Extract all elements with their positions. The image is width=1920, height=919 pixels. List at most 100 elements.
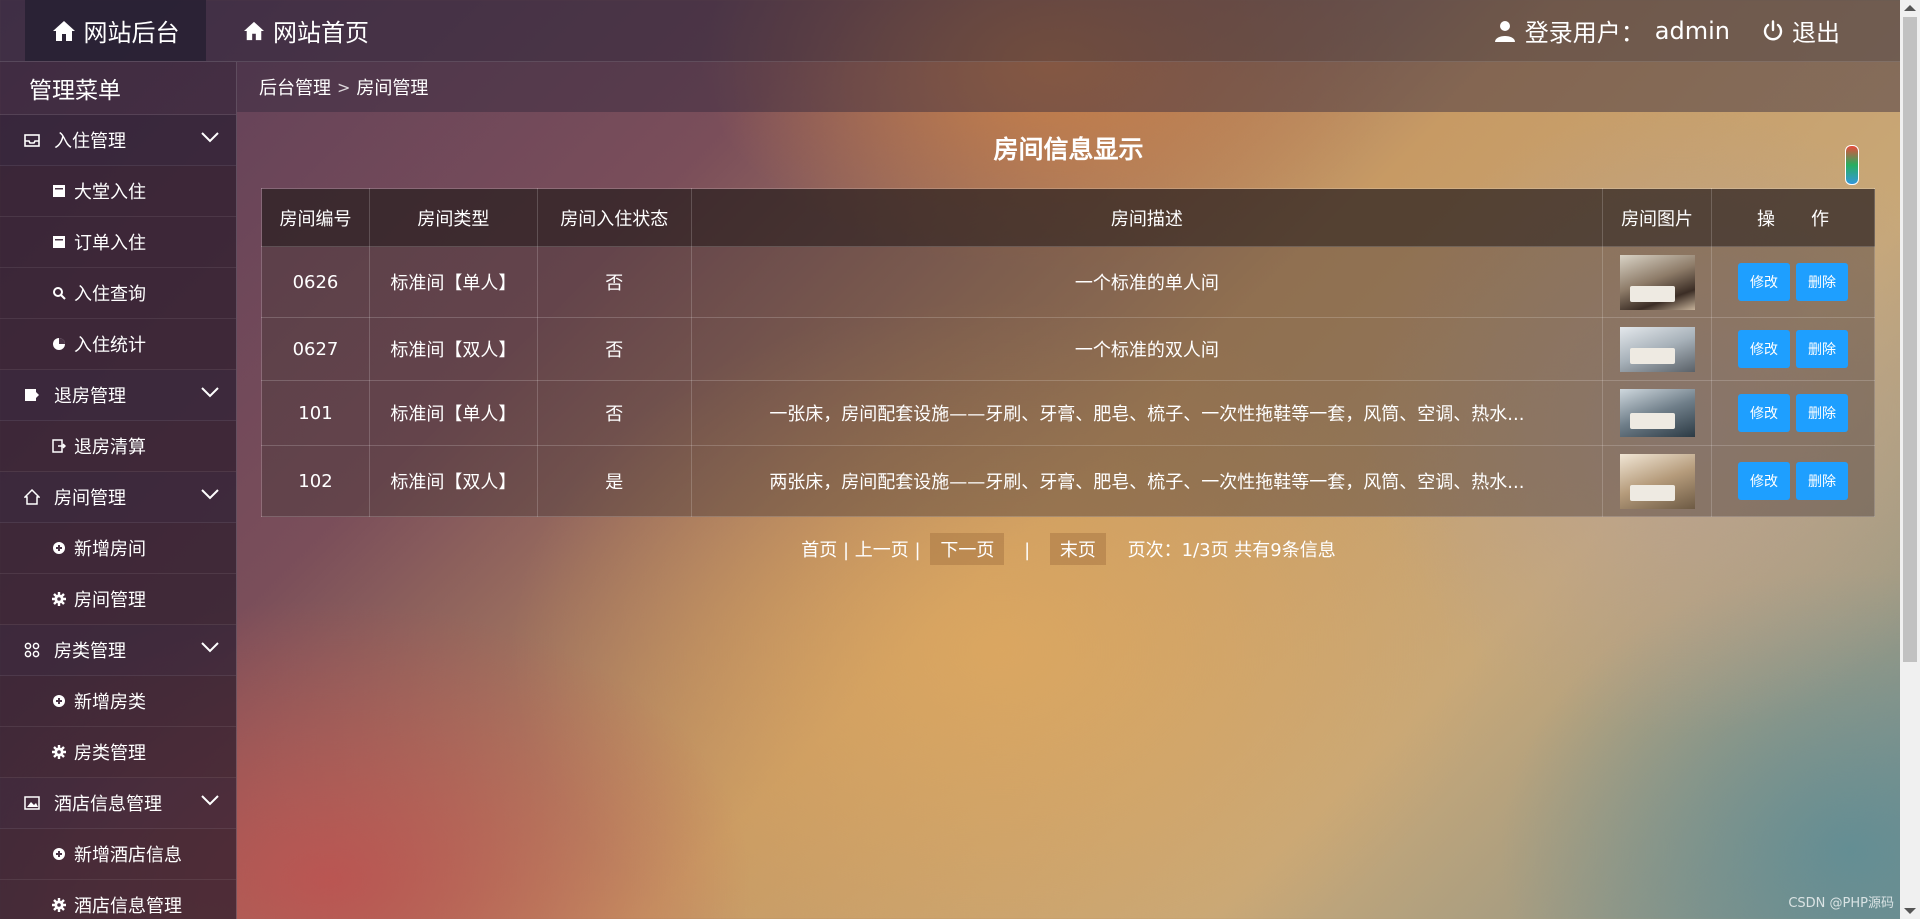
delete-button[interactable]: 删除: [1796, 394, 1849, 432]
sidebar-item-room-manage[interactable]: 房间管理: [0, 574, 236, 625]
plus-circle-icon: [52, 541, 68, 555]
edit-button[interactable]: 修改: [1738, 263, 1791, 301]
room-type: 标准间【单人】: [368, 246, 538, 318]
power-icon: [1763, 19, 1783, 40]
sidebar-group-checkout[interactable]: 退房管理: [0, 370, 236, 421]
vertical-scrollbar[interactable]: [1900, 0, 1920, 919]
column-header: 房间编号: [261, 188, 370, 247]
watermark: CSDN @PHP源码: [1788, 896, 1894, 911]
sidebar-item-label: 入住统计: [74, 335, 146, 356]
room-description: 一个标准的单人间: [690, 246, 1604, 318]
breadcrumb-separator: >: [337, 77, 351, 97]
prev-page-link[interactable]: 上一页: [855, 540, 909, 561]
sidebar-item-label: 退房清算: [74, 437, 146, 458]
sidebar-title: 管理菜单: [0, 62, 236, 115]
room-type: 标准间【双人】: [368, 317, 538, 381]
table-row: 101 标准间【单人】 否 一张床，房间配套设施——牙刷、牙膏、肥皂、梳子、一次…: [261, 380, 1875, 446]
ticket-icon: [24, 387, 42, 403]
pager-separator: |: [842, 540, 850, 561]
room-number: 101: [261, 380, 370, 446]
delete-button[interactable]: 删除: [1796, 330, 1849, 368]
edit-button[interactable]: 修改: [1738, 394, 1791, 432]
sidebar-item-lobby-checkin[interactable]: 大堂入住: [0, 166, 236, 217]
pager-separator: |: [1024, 540, 1031, 561]
room-image: [1619, 389, 1695, 437]
sidebar-group-checkin[interactable]: 入住管理: [0, 115, 236, 166]
user-area: 登录用户： admin 退出: [1494, 0, 1840, 61]
home-icon: [52, 20, 75, 41]
table-row: 102 标准间【双人】 是 两张床，房间配套设施——牙刷、牙膏、肥皂、梳子、一次…: [261, 445, 1875, 517]
column-header: 操 作: [1711, 188, 1875, 247]
edit-button[interactable]: 修改: [1738, 330, 1791, 368]
scroll-down-arrow-icon[interactable]: [1904, 908, 1916, 914]
gear-icon: [52, 592, 68, 606]
sidebar-item-label: 新增房间: [74, 539, 146, 560]
room-number: 0627: [261, 317, 370, 381]
chevron-down-icon[interactable]: [201, 488, 219, 500]
note-icon: [52, 235, 68, 249]
sidebar-item-add-room[interactable]: 新增房间: [0, 523, 236, 574]
sidebar-item-label: 入住查询: [74, 284, 146, 305]
username: admin: [1654, 16, 1730, 45]
room-occupied: 否: [536, 380, 692, 446]
chevron-down-icon[interactable]: [201, 641, 219, 653]
sidebar-group-label: 酒店信息管理: [54, 794, 162, 815]
scrollbar-thumb[interactable]: [1903, 17, 1917, 662]
brand-link[interactable]: 网站后台: [25, 0, 206, 61]
room-occupied: 是: [536, 445, 692, 517]
delete-button[interactable]: 删除: [1796, 462, 1849, 500]
sidebar-group-hotel-info[interactable]: 酒店信息管理: [0, 778, 236, 829]
sidebar-group-room-types[interactable]: 房类管理: [0, 625, 236, 676]
user-icon: [1494, 20, 1515, 42]
site-home-link[interactable]: 网站首页: [243, 0, 369, 61]
sidebar-item-order-checkin[interactable]: 订单入住: [0, 217, 236, 268]
sidebar-group-label: 房类管理: [54, 641, 126, 662]
logout-button[interactable]: 退出: [1762, 13, 1840, 48]
column-header: 房间描述: [690, 188, 1604, 247]
sidebar-item-checkin-stats[interactable]: 入住统计: [0, 319, 236, 370]
home-icon: [244, 21, 264, 40]
edit-button[interactable]: 修改: [1738, 462, 1791, 500]
sidebar-item-label: 大堂入住: [74, 182, 146, 203]
chevron-down-icon[interactable]: [201, 794, 219, 806]
site-home-label: 网站首页: [273, 19, 369, 47]
sidebar-item-checkout-settle[interactable]: 退房清算: [0, 421, 236, 472]
gear-icon: [52, 745, 68, 759]
sidebar-group-label: 房间管理: [54, 488, 126, 509]
sidebar-group-rooms[interactable]: 房间管理: [0, 472, 236, 523]
chevron-down-icon[interactable]: [201, 131, 219, 143]
room-description: 两张床，房间配套设施——牙刷、牙膏、肥皂、梳子、一次性拖鞋等一套，风筒、空调、热…: [690, 445, 1604, 517]
first-page-link[interactable]: 首页: [801, 540, 837, 561]
exit-icon: [52, 439, 68, 453]
room-description: 一张床，房间配套设施——牙刷、牙膏、肥皂、梳子、一次性拖鞋等一套，风筒、空调、热…: [690, 380, 1604, 446]
plus-circle-icon: [52, 847, 68, 861]
sidebar-item-room-type-manage[interactable]: 房类管理: [0, 727, 236, 778]
home-icon: [24, 489, 42, 505]
next-page-button[interactable]: 下一页: [930, 533, 1005, 565]
sidebar-item-label: 酒店信息管理: [74, 896, 182, 917]
scroll-up-arrow-icon[interactable]: [1904, 5, 1916, 11]
page-info: 页次：1/3页 共有9条信息: [1127, 540, 1336, 561]
chevron-down-icon[interactable]: [201, 386, 219, 398]
user-prefix: 登录用户：: [1524, 19, 1645, 47]
sidebar-item-hotel-info-manage[interactable]: 酒店信息管理: [0, 880, 236, 919]
breadcrumb-current: 房间管理: [356, 78, 429, 99]
sidebar-item-add-room-type[interactable]: 新增房类: [0, 676, 236, 727]
breadcrumb: 后台管理 > 房间管理: [237, 62, 1900, 112]
sidebar-item-add-hotel-info[interactable]: 新增酒店信息: [0, 829, 236, 880]
brand-label: 网站后台: [83, 19, 180, 47]
rooms-table: 房间编号 房间类型 房间入住状态 房间描述 房间图片 操 作 0626 标准间【…: [261, 188, 1875, 517]
delete-button[interactable]: 删除: [1796, 263, 1849, 301]
column-header: 房间类型: [368, 188, 538, 247]
breadcrumb-root[interactable]: 后台管理: [259, 74, 331, 100]
floating-widget-icon[interactable]: [1845, 145, 1859, 185]
last-page-button[interactable]: 末页: [1049, 533, 1106, 565]
sidebar-group-label: 入住管理: [54, 131, 126, 152]
picture-icon: [24, 795, 42, 811]
sidebar: 管理菜单 入住管理 大堂入住 订单入住 入住查询 入住统计 退房管理 退房清算 …: [0, 62, 237, 919]
sidebar-item-checkin-query[interactable]: 入住查询: [0, 268, 236, 319]
page-title: 房间信息显示: [993, 135, 1144, 164]
top-header: 网站后台 网站首页 登录用户： admin 退出: [0, 0, 1900, 62]
room-image: [1619, 326, 1695, 372]
room-type: 标准间【双人】: [368, 445, 538, 517]
